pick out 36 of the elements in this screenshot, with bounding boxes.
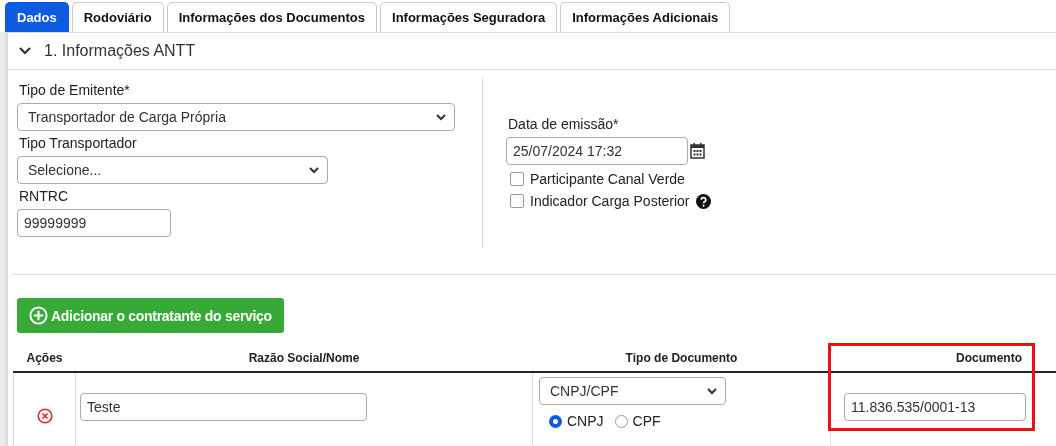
date-field[interactable]: 25/07/2024 17:32 [506,137,688,165]
remove-icon[interactable] [36,407,53,424]
checkbox-label: Participante Canal Verde [530,171,685,187]
chevron-icon[interactable] [18,46,32,56]
radio-label: CNPJ [567,413,604,429]
checkbox-label: Indicador Carga Posterior [530,193,690,209]
field-label: Tipo Transportador [19,135,138,151]
column-header: Documento [956,351,1022,365]
checkbox[interactable] [510,172,524,186]
section-title: 1. Informações ANTT [44,42,196,60]
field-label: Tipo de Emitente* [19,82,131,98]
tab[interactable]: Dados [5,2,69,32]
field-label: RNTRC [19,188,69,204]
document-field[interactable]: 11.836.535/0001-13 [844,393,1026,421]
tab[interactable]: Informações Seguradora [380,2,558,32]
caret-icon [309,166,319,174]
field-label: Data de emissão* [508,116,620,132]
column-header: Razão Social/Nome [248,351,360,365]
select-field[interactable]: Selecione... [17,156,328,184]
checkbox[interactable] [510,194,524,208]
column-header: Tipo de Documento [625,351,738,365]
caret-icon [436,113,446,121]
column-header: Ações [26,351,63,365]
select-field[interactable]: Transportador de Carga Própria [17,103,455,131]
input-field[interactable]: 99999999 [17,209,171,237]
name-field[interactable]: Teste [80,393,367,421]
help-icon[interactable] [695,193,711,209]
tab[interactable]: Informações dos Documentos [166,2,377,32]
tab[interactable]: Informações Adicionais [560,2,731,32]
tab[interactable]: Rodoviário [71,2,164,32]
radio-label: CPF [632,413,661,429]
plus-icon [29,306,48,325]
caret-icon [707,387,717,395]
calendar-icon[interactable] [690,143,705,159]
select-field[interactable]: CNPJ/CPF [539,377,726,405]
radio-button[interactable] [549,414,562,428]
